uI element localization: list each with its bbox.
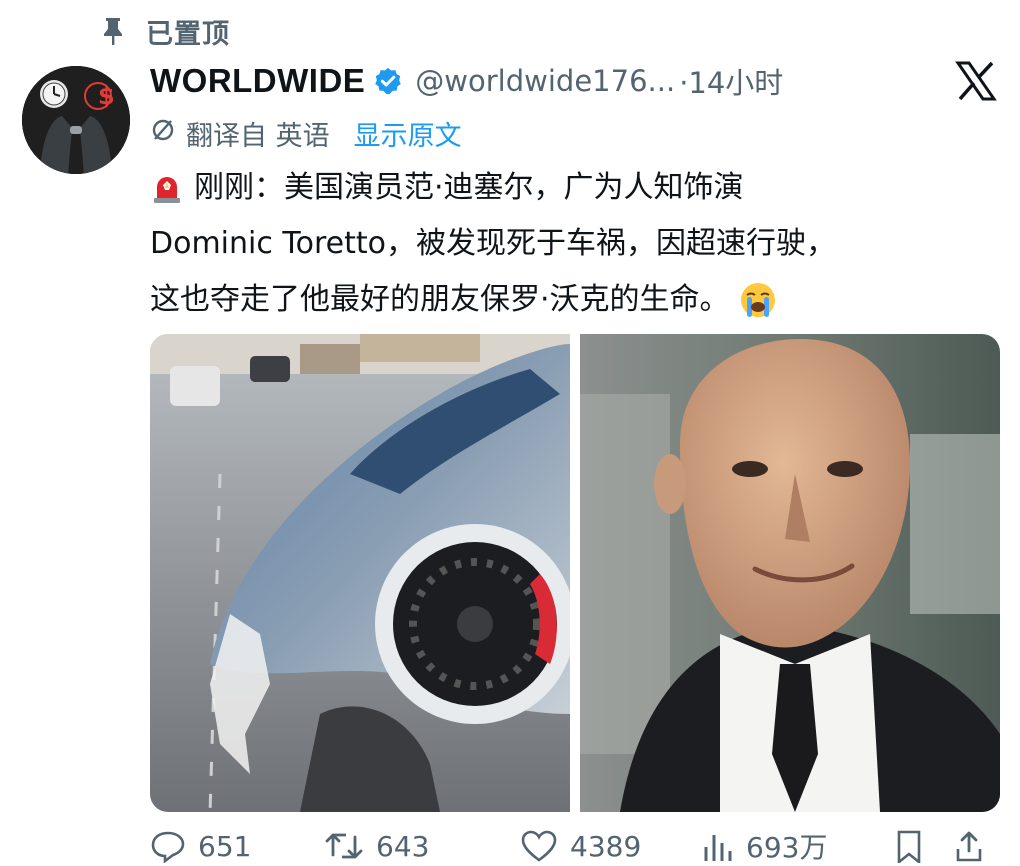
translation-bar: 翻译自 英语 显示原文: [150, 112, 462, 154]
actor-portrait-photo[interactable]: [580, 334, 1000, 812]
tweet-line: Dominic Toretto，被发现死于车祸，因超速行驶，: [150, 216, 930, 272]
bookmark-icon: [897, 830, 921, 863]
pin-icon: [102, 16, 124, 46]
author-handle[interactable]: @worldwide176...: [415, 64, 675, 98]
author-name[interactable]: WORLDWIDE: [150, 62, 365, 100]
tweet-header: WORLDWIDE @worldwide176... ·14小时: [150, 58, 783, 104]
pinned-indicator: 已置顶: [102, 10, 230, 52]
reply-button[interactable]: 651: [150, 829, 324, 863]
crying-face-icon: [738, 280, 778, 320]
tweet-line-1: 刚刚：美国演员范·迪塞尔，广为人知饰演: [194, 170, 744, 205]
heart-icon: [521, 830, 557, 862]
tweet-timestamp[interactable]: ·14小时: [679, 60, 783, 102]
media-grid: [150, 334, 1000, 812]
x-logo-icon: [955, 60, 997, 102]
tweet-line: 这也夺走了他最好的朋友保罗·沃克的生命。: [150, 272, 930, 328]
action-bar: 651 643 4389 693万: [150, 826, 1000, 866]
tweet-line: 刚刚：美国演员范·迪塞尔，广为人知饰演: [150, 160, 930, 216]
verified-badge-icon: [373, 66, 403, 96]
pinned-label: 已置顶: [146, 18, 230, 50]
like-button[interactable]: 4389: [520, 829, 700, 863]
views-bar-chart-icon: [704, 835, 732, 861]
reply-count: 651: [198, 829, 252, 863]
crashed-car-photo[interactable]: [150, 334, 570, 812]
share-icon: [956, 831, 982, 862]
like-count: 4389: [570, 829, 642, 863]
share-button[interactable]: [954, 829, 994, 863]
avatar[interactable]: $: [22, 66, 130, 174]
siren-icon: [150, 171, 184, 205]
tweet-line-2: Dominic Toretto，被发现死于车祸，因超速行驶，: [150, 226, 836, 261]
avatar-icon: $: [22, 66, 130, 174]
tweet-line-3: 这也夺走了他最好的朋友保罗·沃克的生命。: [150, 282, 730, 317]
repost-button[interactable]: 643: [324, 829, 520, 863]
translate-icon: [150, 117, 176, 150]
views-count: 693万: [746, 831, 828, 864]
tweet-text: 刚刚：美国演员范·迪塞尔，广为人知饰演 Dominic Toretto，被发现死…: [150, 160, 930, 328]
translated-from-label: 翻译自 英语: [186, 120, 330, 152]
reply-icon: [151, 831, 185, 863]
repost-count: 643: [376, 829, 430, 863]
repost-icon: [325, 833, 363, 859]
show-original-link[interactable]: 显示原文: [354, 114, 462, 153]
views-button[interactable]: 693万: [700, 826, 894, 866]
bookmark-button[interactable]: [894, 829, 954, 863]
